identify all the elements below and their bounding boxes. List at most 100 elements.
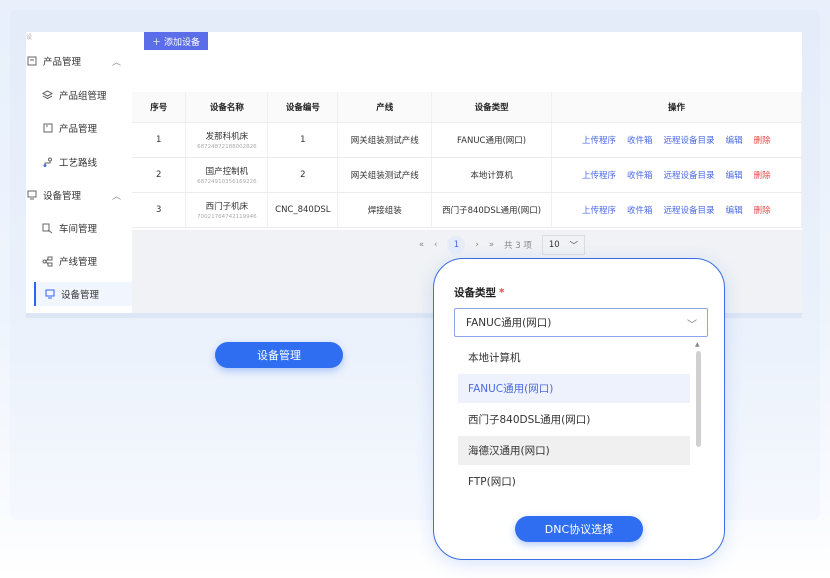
edit-link[interactable]: 编辑 [726,171,743,181]
dropdown-scrollbar[interactable] [696,351,701,447]
box-icon [42,123,53,134]
sidebar-group-product[interactable]: 产品管理 ︿ [26,54,121,68]
cell-line: 网关组装测试产线 [337,122,433,158]
sidebar-group-device[interactable]: 设备管理 ︿ [26,188,121,202]
sidebar-item-label: 设备管理 [61,290,100,301]
device-type-dropdown: 本地计算机 FANUC通用(网口) 西门子840DSL通用(网口) 海德汉通用(… [454,341,708,499]
product-icon [26,56,37,67]
remote-dir-link[interactable]: 远程设备目录 [664,206,715,216]
device-icon [44,289,55,300]
edit-link[interactable]: 编辑 [726,136,743,146]
dropdown-option-selected[interactable]: FANUC通用(网口) [458,374,690,403]
inbox-link[interactable]: 收件箱 [627,171,653,181]
dropdown-option-hover[interactable]: 海德汉通用(网口) [458,436,690,465]
device-serial: 6872487218800282​6 [197,143,257,150]
table-header-row: 序号 设备名称 设备编号 产线 设备类型 操作 [132,92,802,123]
workshop-icon [42,223,53,234]
device-serial: 68724910356169226 [197,178,257,185]
page-size-select[interactable]: 10 ﹀ [541,235,586,255]
chevron-down-icon: ﹀ [569,241,579,251]
device-management-button[interactable]: 设备管理 [215,342,343,368]
device-icon [26,190,37,201]
sidebar-item-label: 工艺路线 [59,158,98,169]
chevron-up-icon: ︿ [112,57,122,68]
column-header: 设备类型 [431,92,553,123]
device-name: 国产控制机 [205,166,249,177]
plus-icon: ＋ [151,37,161,48]
sidebar-item-device[interactable]: 设备管理 [34,282,132,306]
cell-device-name: 国产控制机 68724910356169226 [185,157,269,193]
next-page-button[interactable]: › [475,240,478,250]
column-header: 产线 [337,92,433,123]
column-header: 设备名称 [185,92,269,123]
layers-icon [42,89,53,101]
device-type-label-text: 设备类型 [454,287,496,299]
dropdown-option[interactable]: FTP(网口) [458,467,690,496]
sidebar-item-label: 车间管理 [59,224,98,235]
delete-link[interactable]: 删除 [754,136,771,146]
cell-device-type: FANUC通用(网口) [431,122,553,158]
cell-line: 网关组装测试产线 [337,157,433,193]
cell-device-code: CNC_840DSL [267,192,339,228]
dropdown-option[interactable]: 西门子840DSL通用(网口) [458,405,690,434]
total-count: 共 3 项 [504,241,532,251]
device-type-label: 设备类型 * [454,285,505,300]
sidebar: 设 产品管理 ︿ 产品组管理 产品管理 工艺路线 设备管理 ︿ 车间管理 产线管… [26,32,132,317]
pagination: « ‹ 1 › » 共 3 项 10 ﹀ [132,230,802,260]
sidebar-group-label: 产品管理 [43,57,82,68]
zoom-callout: 设备类型 * FANUC通用(网口) ﹀ 本地计算机 FANUC通用(网口) 西门… [433,258,725,560]
cell-line: 焊接组装 [337,192,433,228]
sidebar-item-product[interactable]: 产品管理 [42,121,97,135]
toolbar [132,32,802,62]
current-page-button[interactable]: 1 [447,236,466,254]
device-type-selected-value: FANUC通用(网口) [466,317,552,329]
table-row: 1 发那科机床 6872487218800282​6 1 网关组装测试产线 FAN… [132,122,802,158]
inbox-link[interactable]: 收件箱 [627,136,653,146]
dnc-protocol-button[interactable]: DNC协议选择 [515,516,643,542]
first-page-button[interactable]: « [419,240,424,250]
last-page-button[interactable]: » [489,240,494,250]
delete-link[interactable]: 删除 [754,206,771,216]
upload-program-link[interactable]: 上传程序 [582,171,616,181]
sidebar-item-route[interactable]: 工艺路线 [42,155,97,169]
cell-index: 2 [132,157,187,193]
cell-index: 1 [132,122,187,158]
upload-program-link[interactable]: 上传程序 [582,206,616,216]
table-row: 3 西门子机床 70021764742119946 CNC_840DSL 焊接组装… [132,192,802,228]
line-icon [42,256,53,267]
device-name: 发那科机床 [205,131,249,142]
sidebar-item-label: 产品管理 [59,124,98,135]
edit-link[interactable]: 编辑 [726,206,743,216]
dropdown-option[interactable]: 本地计算机 [458,343,690,372]
cell-device-code: 2 [267,157,339,193]
device-name: 西门子机床 [205,201,249,212]
delete-link[interactable]: 删除 [754,171,771,181]
page-size-value: 10 [548,240,560,250]
sidebar-item-label: 产品组管理 [59,91,107,102]
add-device-button[interactable]: ＋ 添加设备 [144,32,208,50]
sidebar-group-label: 设备管理 [43,191,82,202]
cell-device-type: 本地计算机 [431,157,553,193]
column-header: 设备编号 [267,92,339,123]
cell-ops: 上传程序 收件箱 远程设备目录 编辑 删除 [551,122,802,158]
remote-dir-link[interactable]: 远程设备目录 [664,171,715,181]
cell-ops: 上传程序 收件箱 远程设备目录 编辑 删除 [551,157,802,193]
scroll-up-arrow-icon[interactable]: ▲ [695,341,700,348]
prev-page-button[interactable]: ‹ [434,240,437,250]
remote-dir-link[interactable]: 远程设备目录 [664,136,715,146]
sidebar-item-workshop[interactable]: 车间管理 [42,221,97,235]
upload-program-link[interactable]: 上传程序 [582,136,616,146]
route-icon [42,157,53,168]
cell-index: 3 [132,192,187,228]
cell-device-type: 西门子840DSL通用(网口) [431,192,553,228]
sidebar-item-label: 产线管理 [59,257,98,268]
add-device-label: 添加设备 [164,37,201,48]
cell-device-code: 1 [267,122,339,158]
sidebar-hidden-item: 设 [26,34,33,41]
sidebar-item-product-group[interactable]: 产品组管理 [42,88,107,102]
device-type-select[interactable]: FANUC通用(网口) ﹀ [454,308,708,337]
sidebar-item-line[interactable]: 产线管理 [42,254,97,268]
inbox-link[interactable]: 收件箱 [627,206,653,216]
required-mark: * [499,287,505,299]
cell-ops: 上传程序 收件箱 远程设备目录 编辑 删除 [551,192,802,228]
